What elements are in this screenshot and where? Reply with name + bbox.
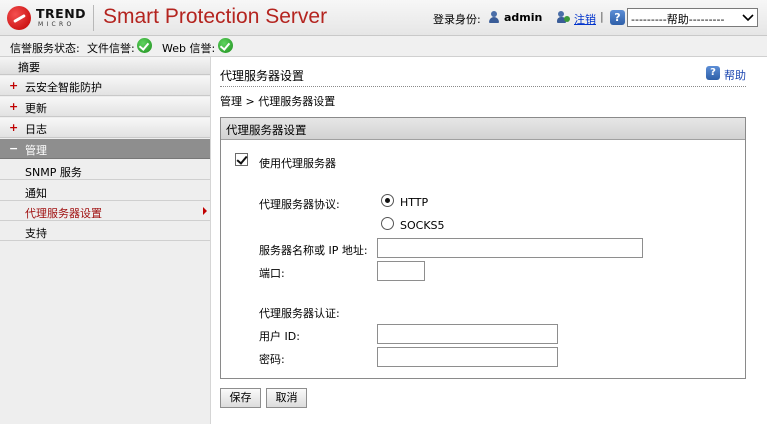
expand-icon: + [9,121,19,134]
proxy-auth-label: 代理服务器认证: [259,307,340,320]
password-label: 密码: [259,353,285,366]
cancel-button[interactable]: 取消 [266,388,307,408]
sidebar-item-label: 更新 [25,102,47,115]
expand-icon: + [9,79,19,92]
use-proxy-checkbox[interactable] [235,153,248,166]
service-status-bar: 信誉服务状态: 文件信誉: Web 信誉: [0,36,767,57]
page-title: 代理服务器设置 [220,69,305,83]
proxy-settings-panel: 代理服务器设置 使用代理服务器 代理服务器协议: HTTP SOCKS5 服务器… [220,117,746,379]
user-id-label: 用户 ID: [259,330,300,343]
help-icon: ? [706,66,720,80]
chevron-down-icon [742,14,754,22]
logo-text: TREND [36,6,87,21]
file-reputation-ok-icon [137,38,152,53]
sidebar-item-administration[interactable]: − 管理 [0,139,210,159]
user-id-input[interactable] [377,324,558,344]
app-header: TREND MICRO Smart Protection Server 登录身份… [0,0,767,36]
protocol-socks5-radio[interactable] [381,217,394,230]
sidebar-item-label: 日志 [25,123,47,136]
sidebar-item-label: 代理服务器设置 [25,207,102,220]
file-reputation-label: 文件信誉: [87,42,135,55]
sidebar: 摘要 + 云安全智能防护 + 更新 + 日志 − 管理 SNMP 服务 通知 代… [0,57,211,424]
status-label: 信誉服务状态: [10,42,80,55]
server-address-label: 服务器名称或 IP 地址: [259,244,368,257]
save-button[interactable]: 保存 [220,388,261,408]
app-title: Smart Protection Server [103,5,328,28]
server-address-input[interactable] [377,238,643,258]
title-divider [220,86,746,87]
logo-subtext: MICRO [38,21,75,28]
use-proxy-label: 使用代理服务器 [259,157,336,170]
sidebar-item-label: 云安全智能防护 [25,81,102,94]
help-icon[interactable]: ? [610,10,625,25]
help-link-label: 帮助 [724,69,746,82]
sidebar-item-notifications[interactable]: 通知 [0,181,210,201]
help-dropdown[interactable]: ---------帮助--------- [627,8,758,27]
sidebar-item-label: 通知 [25,187,47,200]
proxy-protocol-label: 代理服务器协议: [259,198,340,211]
header-separator: | [600,10,604,23]
expand-icon: + [9,100,19,113]
logout-link[interactable]: 注销 [574,11,596,27]
web-reputation-label: Web 信誉: [162,42,216,55]
port-label: 端口: [259,267,285,280]
sidebar-item-logs[interactable]: + 日志 [0,118,210,138]
sidebar-item-support[interactable]: 支持 [0,221,210,241]
sidebar-item-snmp[interactable]: SNMP 服务 [0,160,210,180]
sidebar-item-label: 支持 [25,227,47,240]
trend-micro-logo: TREND MICRO [7,5,92,32]
sidebar-item-label: SNMP 服务 [25,166,82,179]
sidebar-item-summary[interactable]: 摘要 [0,57,210,75]
header-divider [93,5,94,31]
username: admin [504,11,543,24]
breadcrumb: 管理 > 代理服务器设置 [220,95,336,108]
login-label: 登录身份: [433,13,481,26]
sidebar-item-updates[interactable]: + 更新 [0,97,210,117]
panel-header: 代理服务器设置 [221,118,745,140]
trend-micro-ball-icon [7,6,31,30]
logout-icon[interactable] [557,11,570,24]
protocol-socks5-label: SOCKS5 [400,219,445,232]
sidebar-item-cloud-security[interactable]: + 云安全智能防护 [0,76,210,96]
sidebar-item-label: 管理 [25,144,47,157]
protocol-http-radio[interactable] [381,194,394,207]
password-input[interactable] [377,347,558,367]
collapse-icon: − [9,142,19,155]
sidebar-item-label: 摘要 [18,61,40,74]
web-reputation-ok-icon [218,38,233,53]
current-page-arrow-icon [203,207,207,215]
help-dropdown-value: ---------帮助--------- [631,13,725,26]
user-icon [488,11,500,24]
protocol-http-label: HTTP [400,196,429,209]
port-input[interactable] [377,261,425,281]
panel-title: 代理服务器设置 [226,123,307,137]
sidebar-item-proxy-settings[interactable]: 代理服务器设置 [0,201,210,221]
